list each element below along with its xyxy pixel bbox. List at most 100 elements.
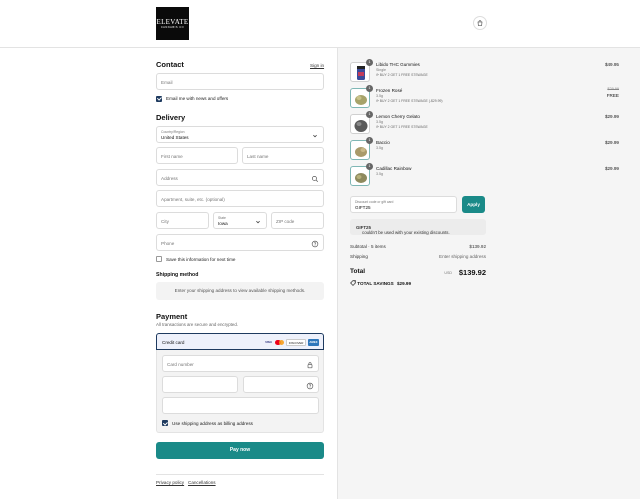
shipping-row: Shipping Enter shipping address [350,254,486,262]
card-number-placeholder: Card number [167,361,194,367]
state-select[interactable]: State Iowa [213,212,267,229]
billing-address-checkbox[interactable] [162,420,168,426]
last-name-field[interactable]: Last name [242,147,324,164]
discount-value: GIFT25 [355,205,371,210]
discount-code-field[interactable]: Discount code or gift card GIFT25 [350,196,457,213]
payment-heading: Payment [156,312,188,321]
product-variant: Single [376,68,386,72]
store-logo[interactable]: ELEVATE CANNABIS CO [156,7,189,40]
savings-label: TOTAL SAVINGS $29.99 [350,280,411,286]
credit-card-option[interactable]: Credit card VISA DISCOVER AMEX [156,333,324,350]
product-price: $49.95 [604,62,619,67]
apply-button[interactable]: Apply [462,196,485,213]
discover-icon: DISCOVER [286,339,306,346]
logo-text: ELEVATE [156,17,189,26]
mastercard-icon [275,339,285,346]
phone-placeholder: Phone [161,240,175,246]
product-variant: 3.5g [376,120,383,124]
address-placeholder: Address [161,175,178,181]
help-icon[interactable] [311,240,319,248]
address-field[interactable]: Address [156,169,324,186]
billing-address-label: Use shipping address as billing address [172,420,253,426]
shipping-method-message: Enter your shipping address to view avai… [174,288,306,293]
state-value: Iowa [218,221,228,226]
visa-icon: VISA [265,340,272,344]
quantity-badge: 1 [366,85,373,92]
shipping-value: Enter shipping address [439,254,486,259]
news-checkbox[interactable] [156,95,162,102]
name-on-card-field[interactable] [162,397,319,414]
product-name: Cadillac Rainbow [376,166,412,171]
news-label: Email me with news and offers [166,96,229,101]
product-price: $29.99 [604,140,619,145]
search-icon [312,175,319,182]
sign-in-link[interactable]: Sign in [310,63,324,68]
product-promo: ⟳ BUY 2 GET 1 FREE S7SWAGE (-$29.99) [376,99,443,103]
footer-divider [156,474,324,475]
help-icon[interactable] [306,382,314,390]
error-text: couldn't be used with your existing disc… [362,230,450,235]
shipping-label: Shipping [350,254,368,259]
savings-value: $29.99 [396,281,412,286]
phone-field[interactable]: Phone [156,234,324,251]
quantity-badge: 1 [366,163,373,170]
pay-now-button[interactable]: Pay now [156,442,324,459]
line-item: 1 Baccio 3.5g $29.99 [350,137,619,160]
cancellations-link[interactable]: Cancellations [188,480,216,485]
line-item: 1 Libido THC Gummies Single ⟳ BUY 2 GET … [350,59,619,82]
discount-error: GIFT25 couldn't be used with your existi… [350,219,486,235]
subtotal-label: Subtotal · 5 items [350,244,386,249]
card-brands: VISA DISCOVER AMEX [264,339,319,346]
product-name: Lemon Cherry Gelato [376,114,420,119]
discount-label: Discount code or gift card [355,199,394,204]
city-placeholder: City [161,218,169,224]
privacy-policy-link[interactable]: Privacy policy [156,480,184,485]
lock-icon [307,361,313,368]
product-price: $29.99 [604,166,619,171]
quantity-badge: 1 [366,111,373,118]
credit-card-form: Card number Use shipping address as bill… [156,350,324,433]
savings-text: TOTAL SAVINGS [357,281,394,286]
total-value: $139.92 [458,268,486,277]
first-name-field[interactable]: First name [156,147,238,164]
subtotal-value: $139.92 [469,244,486,249]
quantity-badge: 1 [366,59,373,66]
state-label: State [218,215,226,220]
chevron-down-icon [256,220,260,224]
header: ELEVATE CANNABIS CO [0,0,640,48]
save-info-checkbox[interactable] [156,256,162,262]
country-select[interactable]: Country/Region United States [156,126,324,143]
expiration-field[interactable] [162,376,238,393]
product-variant: 3.5g [376,172,383,176]
payment-subtitle: All transactions are secure and encrypte… [156,322,239,327]
total-label: Total [350,268,366,275]
tag-icon [350,280,356,286]
last-name-placeholder: Last name [247,153,269,159]
city-field[interactable]: City [156,212,209,229]
card-number-field[interactable]: Card number [162,355,319,372]
email-field[interactable]: Email [156,73,324,90]
shopping-bag-icon[interactable] [473,16,487,30]
apartment-field[interactable]: Apartment, suite, etc. (optional) [156,190,324,207]
amex-icon: AMEX [307,339,319,346]
email-placeholder: Email [161,79,173,85]
credit-card-label: Credit card [162,339,185,345]
security-code-field[interactable] [243,376,319,393]
line-item: 1 Cadillac Rainbow 3.5g $29.99 [350,163,619,186]
quantity-badge: 1 [366,137,373,144]
shipping-method-heading: Shipping method [156,272,199,278]
country-label: Country/Region [161,129,185,134]
product-promo: ⟳ BUY 2 GET 1 FREE S7SWAGE [376,125,428,129]
checkout-form: Contact Sign in Email Email me with news… [0,48,337,499]
contact-heading: Contact [156,60,184,69]
product-variant: 3.5g [376,146,383,150]
error-code: GIFT25 [356,224,371,230]
shipping-method-notice: Enter your shipping address to view avai… [156,282,324,300]
zip-placeholder: ZIP code [276,218,295,224]
currency-code: USD [444,270,452,275]
apartment-placeholder: Apartment, suite, etc. (optional) [161,196,225,202]
product-name: Baccio [376,140,390,145]
zip-field[interactable]: ZIP code [271,212,324,229]
promo-text: BUY 2 GET 1 FREE S7SWAGE [379,73,428,77]
logo-subtext: CANNABIS CO [160,25,185,29]
